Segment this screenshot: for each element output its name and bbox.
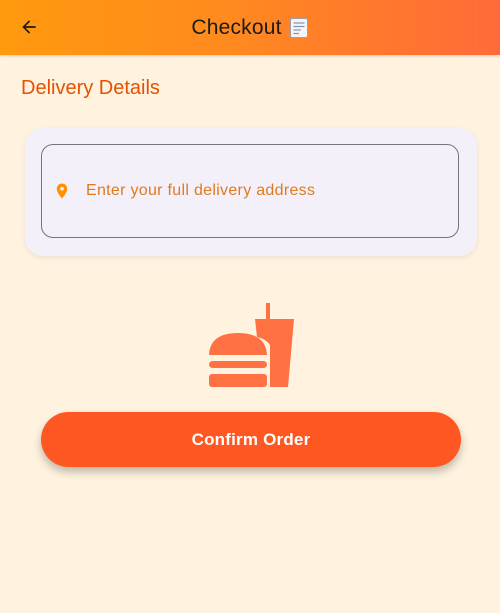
confirm-order-button[interactable]: Confirm Order — [41, 412, 461, 467]
app-bar: Checkout — [0, 0, 500, 55]
page-title-text: Checkout — [191, 15, 282, 39]
delivery-card: Enter your full delivery address — [25, 128, 477, 256]
page-title: Checkout — [0, 0, 500, 55]
confirm-order-label: Confirm Order — [191, 429, 311, 449]
fastfood-icon — [208, 303, 294, 389]
delivery-details-heading: Delivery Details — [21, 77, 160, 99]
address-input[interactable]: Enter your full delivery address — [41, 144, 459, 238]
location-pin-icon — [53, 180, 71, 202]
address-placeholder: Enter your full delivery address — [86, 182, 316, 199]
receipt-icon — [289, 17, 309, 39]
